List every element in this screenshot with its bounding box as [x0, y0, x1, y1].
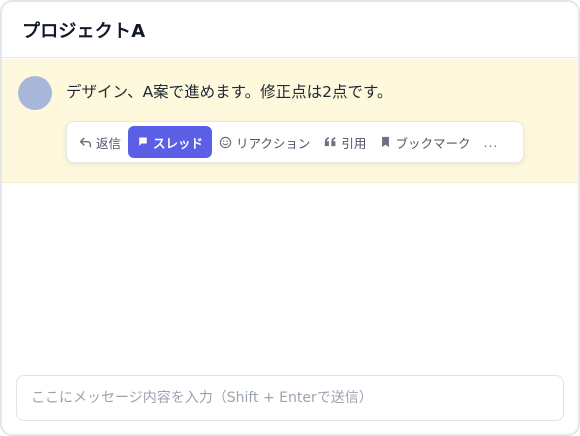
smiley-icon [219, 136, 232, 148]
more-icon: ... [483, 134, 499, 150]
bookmark-label: ブックマーク [395, 135, 471, 151]
chat-window: プロジェクトA デザイン、A案で進めます。修正点は2点です。 返信 スレッド リ… [0, 0, 580, 436]
channel-header: プロジェクトA [2, 2, 578, 58]
message-input[interactable] [17, 376, 563, 420]
quote-button[interactable]: 引用 [317, 126, 373, 158]
more-button[interactable]: ... [477, 126, 504, 158]
channel-title: プロジェクトA [22, 20, 146, 42]
message-text: デザイン、A案で進めます。修正点は2点です。 [66, 83, 393, 101]
reply-arrow-icon [79, 137, 92, 147]
message-action-bar: 返信 スレッド リアクション 引用 ブックマーク ... [66, 121, 524, 163]
quote-icon [325, 137, 336, 147]
reply-label: 返信 [96, 135, 122, 151]
reaction-label: リアクション [236, 135, 311, 151]
reply-button[interactable]: 返信 [72, 126, 128, 158]
reaction-button[interactable]: リアクション [212, 126, 317, 158]
bookmark-icon [382, 136, 390, 148]
message-composer [16, 375, 564, 421]
thread-label: スレッド [153, 135, 204, 151]
quote-label: 引用 [341, 135, 367, 151]
avatar[interactable] [18, 76, 52, 110]
bookmark-button[interactable]: ブックマーク [373, 126, 477, 158]
flag-icon [139, 137, 147, 146]
message-row[interactable]: デザイン、A案で進めます。修正点は2点です。 返信 スレッド リアクション 引用… [2, 59, 578, 183]
thread-button[interactable]: スレッド [128, 126, 213, 158]
